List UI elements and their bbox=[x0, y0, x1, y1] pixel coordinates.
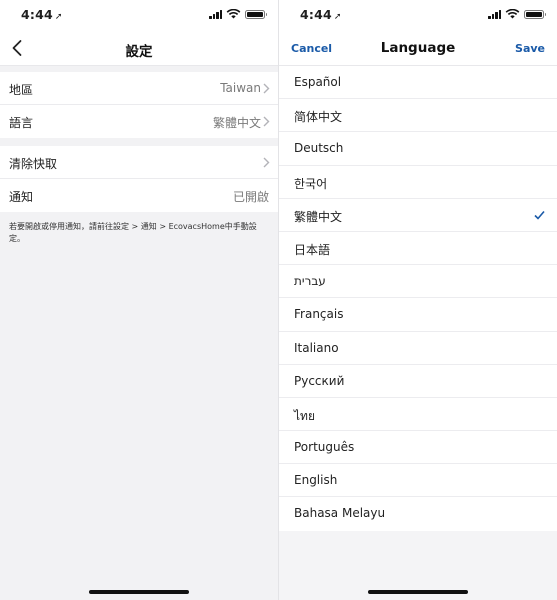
language-option-label: Italiano bbox=[294, 340, 339, 355]
language-option[interactable]: English bbox=[279, 464, 557, 498]
settings-navbar: 設定 bbox=[0, 30, 278, 66]
signal-icon bbox=[488, 9, 501, 19]
language-option-label: Русский bbox=[294, 373, 345, 388]
chevron-right-icon bbox=[263, 157, 270, 168]
region-value: Taiwan bbox=[220, 81, 261, 95]
language-option-label: Português bbox=[294, 440, 355, 455]
status-bar: 4:44 ➚ bbox=[0, 0, 278, 30]
language-option[interactable]: 简体中文 bbox=[279, 99, 557, 133]
language-option-label: ไทย bbox=[294, 408, 315, 423]
language-option[interactable]: Bahasa Melayu bbox=[279, 497, 557, 530]
notifications-help-text: 若要開啟或停用通知，請前往設定 > 通知 > EcovacsHome中手動設定。 bbox=[9, 222, 257, 243]
clear-cache-label: 清除快取 bbox=[9, 157, 58, 171]
signal-icon bbox=[209, 9, 222, 19]
language-option-label: 简体中文 bbox=[294, 110, 343, 125]
settings-screen: 4:44➚ 設定 地區 Taiwan 語言 繁體中文 清除快取 通知 已開啟 bbox=[0, 0, 278, 600]
language-screen: 4:44 ➚ Cancel Language Save Español 简体中文 De… bbox=[279, 0, 557, 600]
status-icons bbox=[209, 9, 267, 19]
language-option[interactable]: Français bbox=[279, 298, 557, 332]
language-option[interactable]: Русский bbox=[279, 365, 557, 398]
region-label: 地區 bbox=[9, 83, 34, 97]
language-row[interactable]: 語言 繁體中文 bbox=[0, 105, 278, 138]
location-icon: ➚ bbox=[333, 12, 342, 22]
status-time: 4:44 ➚ bbox=[21, 7, 63, 22]
home-indicator[interactable] bbox=[89, 590, 189, 594]
language-option-label: Español bbox=[294, 75, 342, 89]
language-option-label: English bbox=[294, 473, 338, 488]
language-option-label: 繁體中文 bbox=[294, 209, 343, 224]
notifications-label: 通知 bbox=[9, 190, 34, 204]
language-option[interactable]: Italiano bbox=[279, 332, 557, 365]
settings-group-cache-notifications: 清除快取 通知 已開啟 bbox=[0, 146, 278, 212]
language-value: 繁體中文 bbox=[212, 116, 261, 130]
language-option[interactable]: Deutsch bbox=[279, 132, 557, 166]
notifications-status: 已開啟 bbox=[232, 190, 269, 204]
chevron-right-icon bbox=[263, 116, 270, 127]
home-indicator[interactable] bbox=[368, 590, 468, 594]
status-time: 4:44 ➚ bbox=[300, 7, 342, 22]
language-option-label: 한국어 bbox=[294, 176, 328, 191]
checkmark-icon bbox=[534, 210, 545, 220]
notifications-row: 通知 已開啟 bbox=[0, 179, 278, 212]
language-option-label: Deutsch bbox=[294, 141, 344, 156]
battery-icon bbox=[524, 9, 546, 19]
wifi-icon bbox=[226, 9, 241, 19]
language-option[interactable]: Español bbox=[279, 66, 557, 100]
language-option[interactable]: Português bbox=[279, 431, 557, 465]
clear-cache-row[interactable]: 清除快取 bbox=[0, 146, 278, 179]
region-row[interactable]: 地區 Taiwan bbox=[0, 72, 278, 105]
language-option[interactable]: 한국어 bbox=[279, 166, 557, 199]
save-button[interactable]: Save bbox=[515, 42, 545, 55]
battery-icon bbox=[245, 9, 267, 19]
language-option-label: Bahasa Melayu bbox=[294, 506, 386, 521]
language-option[interactable]: 繁體中文 bbox=[279, 199, 557, 232]
language-option[interactable]: ไทย bbox=[279, 398, 557, 432]
language-label: 語言 bbox=[9, 116, 34, 130]
status-bar: 4:44 ➚ bbox=[279, 0, 557, 30]
chevron-right-icon bbox=[263, 83, 270, 94]
language-list: Español 简体中文 Deutsch 한국어 繁體中文日本語 עברית Françai… bbox=[279, 66, 557, 531]
location-icon: ➚ bbox=[54, 12, 63, 22]
wifi-icon bbox=[505, 9, 520, 19]
language-option[interactable]: 日本語 bbox=[279, 232, 557, 266]
language-option[interactable]: עברית bbox=[279, 265, 557, 299]
page-title: 設定 bbox=[125, 44, 153, 60]
language-option-label: 日本語 bbox=[294, 242, 331, 257]
language-option-label: Français bbox=[294, 307, 344, 322]
language-navbar: Cancel Language Save bbox=[279, 30, 557, 66]
status-icons bbox=[488, 9, 546, 19]
settings-group-region-language: 地區 Taiwan 語言 繁體中文 bbox=[0, 72, 278, 138]
language-option-label: עברית bbox=[294, 274, 326, 289]
